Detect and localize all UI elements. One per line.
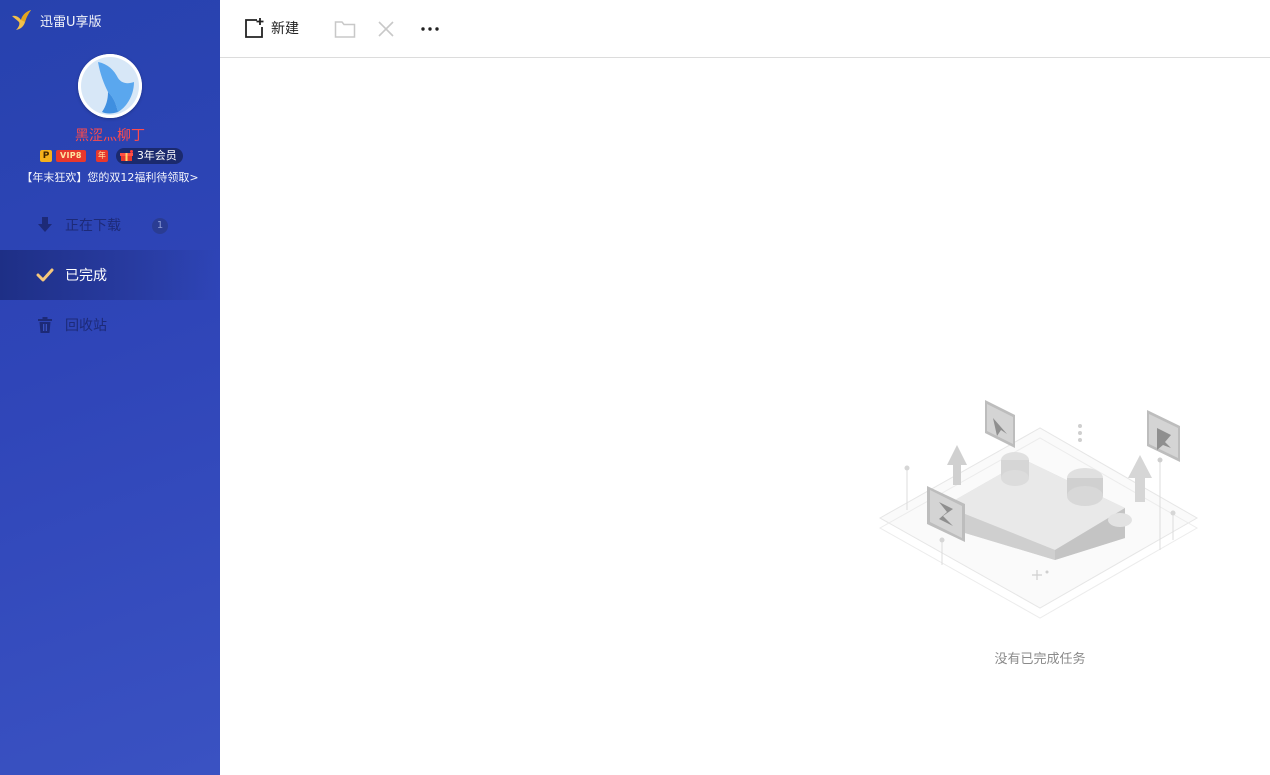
sidebar-nav: 正在下载 1 已完成 回收站 bbox=[0, 200, 220, 350]
gift-icon bbox=[119, 150, 133, 161]
new-task-label: 新建 bbox=[271, 21, 299, 37]
sidebar-item-completed[interactable]: 已完成 bbox=[0, 250, 220, 300]
checkmark-icon bbox=[36, 268, 54, 282]
avatar-image-icon bbox=[78, 54, 142, 118]
new-task-icon bbox=[245, 18, 264, 38]
close-icon[interactable] bbox=[377, 20, 395, 38]
download-count-badge: 1 bbox=[152, 218, 168, 234]
membership-badges: P VIP8 年 3年会员 bbox=[40, 148, 183, 164]
avatar[interactable] bbox=[78, 54, 142, 118]
username[interactable]: 黑涩灬柳丁 bbox=[0, 125, 220, 145]
year-member-badge: 年 bbox=[95, 150, 108, 162]
membership-label: 3年会员 bbox=[136, 149, 177, 162]
new-task-button[interactable]: 新建 bbox=[244, 17, 299, 39]
brand: 迅雷U享版 bbox=[10, 9, 102, 31]
folder-icon[interactable] bbox=[334, 19, 356, 39]
xunlei-bird-logo-icon bbox=[12, 10, 31, 30]
vip-level-badge: VIP8 bbox=[56, 150, 86, 162]
download-arrow-icon bbox=[38, 217, 52, 232]
sidebar-item-label: 正在下载 bbox=[65, 218, 121, 234]
sidebar-item-recycle-bin[interactable]: 回收站 bbox=[0, 300, 220, 350]
promo-link[interactable]: 【年末狂欢】您的双12福利待领取> bbox=[0, 169, 220, 185]
membership-pill[interactable]: 3年会员 bbox=[115, 148, 183, 164]
more-icon[interactable] bbox=[419, 19, 441, 39]
empty-state-illustration-icon bbox=[878, 400, 1199, 619]
sidebar: 迅雷U享版 黑涩灬柳丁 P VIP8 年 3年会员 【年末狂欢】您的双12福利待… bbox=[0, 0, 220, 775]
sidebar-item-label: 回收站 bbox=[65, 318, 107, 334]
empty-state-text: 没有已完成任务 bbox=[994, 652, 1086, 667]
main-content: 新建 没有已完成任务 bbox=[220, 0, 1270, 775]
sidebar-item-downloading[interactable]: 正在下载 1 bbox=[0, 200, 220, 250]
sidebar-item-label: 已完成 bbox=[65, 268, 107, 284]
app-window: 迅雷U享版 黑涩灬柳丁 P VIP8 年 3年会员 【年末狂欢】您的双12福利待… bbox=[0, 0, 1270, 775]
trash-icon bbox=[38, 317, 52, 333]
app-title: 迅雷U享版 bbox=[40, 14, 102, 30]
toolbar: 新建 bbox=[220, 0, 1270, 58]
p-badge: P bbox=[40, 150, 52, 162]
